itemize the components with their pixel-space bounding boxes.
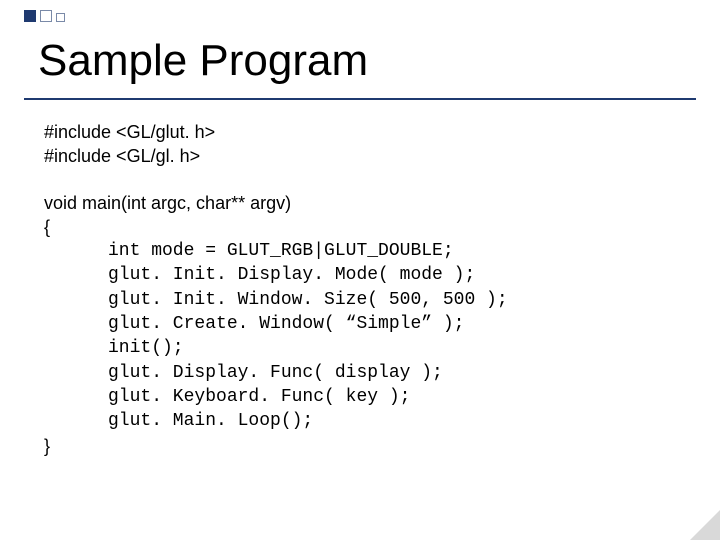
code-line: glut. Init. Display. Mode( mode ); [108, 263, 676, 287]
slide-title: Sample Program [38, 36, 368, 86]
decor-squares [24, 10, 65, 22]
code-line: glut. Main. Loop(); [108, 409, 676, 433]
main-signature: void main(int argc, char** argv) [44, 191, 676, 215]
code-line: int mode = GLUT_RGB|GLUT_DOUBLE; [108, 239, 676, 263]
close-brace: } [44, 434, 676, 458]
code-line: init(); [108, 336, 676, 360]
slide: Sample Program #include <GL/glut. h> #in… [0, 0, 720, 540]
include-line: #include <GL/gl. h> [44, 144, 676, 168]
page-corner-fold [690, 510, 720, 540]
decor-square-hollow [40, 10, 52, 22]
code-line: glut. Keyboard. Func( key ); [108, 385, 676, 409]
include-line: #include <GL/glut. h> [44, 120, 676, 144]
open-brace: { [44, 215, 676, 239]
slide-body: #include <GL/glut. h> #include <GL/gl. h… [44, 120, 676, 458]
title-underline [24, 98, 696, 100]
decor-square-hollow-small [56, 13, 65, 22]
decor-square-filled [24, 10, 36, 22]
code-line: glut. Display. Func( display ); [108, 361, 676, 385]
code-line: glut. Init. Window. Size( 500, 500 ); [108, 288, 676, 312]
code-line: glut. Create. Window( “Simple” ); [108, 312, 676, 336]
include-block: #include <GL/glut. h> #include <GL/gl. h… [44, 120, 676, 169]
